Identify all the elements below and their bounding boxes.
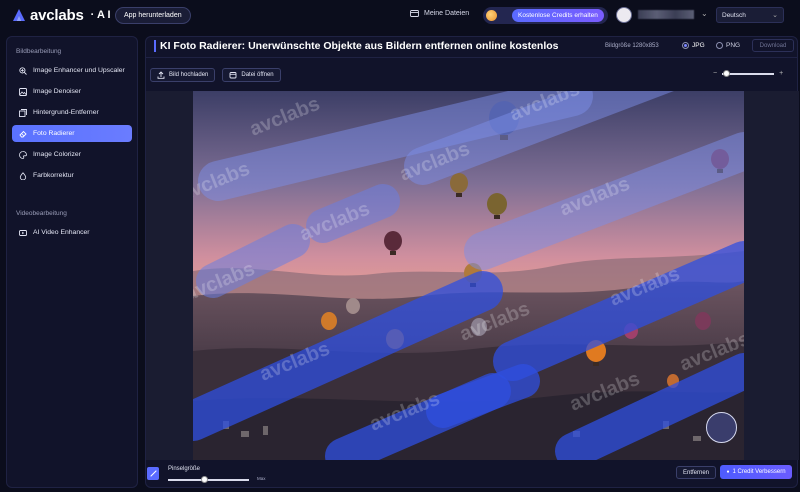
bottom-bar: Pinselgröße Max Entfernen ● 1 Credit Ver…	[146, 462, 797, 488]
sidebar-item-label: Image Denoiser	[33, 88, 81, 95]
sidebar-item-background-remover[interactable]: Hintergrund-Entferner	[12, 104, 132, 121]
brush-size-label: Pinselgröße	[168, 466, 201, 472]
canvas-area[interactable]: avclabs avclabs avclabs avclabs avclabs …	[146, 91, 799, 460]
brush-max-label: Max	[257, 476, 266, 481]
chevron-down-icon[interactable]: ⌄	[701, 9, 708, 18]
sidebar-item-color-correction[interactable]: Farbkorrektur	[12, 167, 132, 184]
format-png-radio[interactable]: PNG	[716, 42, 740, 49]
video-enhance-icon	[19, 229, 27, 237]
avatar[interactable]	[616, 7, 632, 23]
sidebar-section-video: Videobearbeitung	[16, 210, 67, 217]
edited-photo[interactable]: avclabs avclabs avclabs avclabs avclabs …	[193, 91, 744, 460]
improve-label: 1 Credit Verbessern	[732, 469, 786, 475]
file-icon	[229, 72, 237, 79]
eraser-icon	[19, 130, 27, 138]
toolbar: Bild hochladen Datei öffnen	[150, 68, 281, 83]
upload-image-button[interactable]: Bild hochladen	[150, 68, 216, 82]
language-select[interactable]: Deutsch ⌄	[716, 7, 784, 23]
format-jpg-label: JPG	[692, 42, 705, 49]
logo-icon	[13, 9, 25, 21]
radio-unselected-icon	[716, 42, 723, 49]
logo[interactable]: avclabs · A I	[12, 7, 111, 24]
download-button[interactable]: Download	[752, 39, 794, 52]
zoom-out-button[interactable]: −	[713, 70, 717, 77]
format-png-label: PNG	[726, 42, 741, 49]
sidebar-item-label: AI Video Enhancer	[33, 229, 90, 236]
sidebar-item-image-enhancer[interactable]: Image Enhancer und Upscaler	[12, 62, 132, 79]
my-files-label: Meine Dateien	[424, 9, 470, 17]
sidebar-item-label: Hintergrund-Entferner	[33, 109, 99, 116]
sidebar-item-label: Farbkorrektur	[33, 172, 74, 179]
photo-canvas: avclabs avclabs avclabs avclabs avclabs …	[193, 91, 744, 460]
credits-pill: Kostenlose Credits erhalten	[483, 7, 608, 24]
page-title: KI Foto Radierer: Unerwünschte Objekte a…	[154, 40, 559, 52]
main-panel: KI Foto Radierer: Unerwünschte Objekte a…	[145, 36, 799, 488]
free-credits-button[interactable]: Kostenlose Credits erhalten	[512, 9, 604, 22]
remove-button[interactable]: Entfernen	[676, 466, 716, 479]
user-name-redacted	[638, 10, 694, 19]
brush-size-slider[interactable]	[168, 479, 249, 481]
sidebar-item-image-colorizer[interactable]: Image Colorizer	[12, 146, 132, 163]
zoom-slider-handle[interactable]	[723, 69, 731, 77]
sidebar-item-image-denoiser[interactable]: Image Denoiser	[12, 83, 132, 100]
sidebar: Bildbearbeitung Image Enhancer und Upsca…	[6, 36, 138, 488]
divider	[146, 57, 797, 58]
zoom-slider[interactable]	[722, 69, 775, 77]
logo-suffix: · A I	[90, 9, 111, 21]
zoom-in-button[interactable]: +	[779, 70, 783, 77]
upload-icon	[157, 71, 165, 79]
logo-text: avclabs	[30, 6, 84, 24]
zoom-in-icon	[19, 66, 27, 75]
format-jpg-radio[interactable]: JPG	[682, 42, 705, 49]
radio-selected-icon	[682, 42, 689, 49]
layers-icon	[19, 108, 27, 117]
open-file-button[interactable]: Datei öffnen	[222, 68, 281, 82]
image-size: Bildgröße 1280x853	[605, 43, 659, 49]
brush-size-handle[interactable]	[201, 476, 208, 483]
image-icon	[19, 87, 27, 96]
sidebar-section-image: Bildbearbeitung	[16, 48, 62, 55]
open-file-label: Datei öffnen	[241, 72, 274, 78]
brush-icon[interactable]	[147, 467, 159, 480]
download-app-button[interactable]: App herunterladen	[115, 7, 191, 24]
folder-icon	[410, 10, 419, 17]
palette-icon	[19, 150, 27, 159]
coin-icon	[486, 10, 497, 21]
chevron-down-icon: ⌄	[772, 12, 778, 19]
sidebar-item-label: Image Enhancer und Upscaler	[33, 67, 125, 74]
sidebar-item-label: Image Colorizer	[33, 151, 81, 158]
sidebar-item-label: Foto Radierer	[33, 130, 75, 137]
sparkle-icon: ●	[726, 469, 730, 475]
zoom-control: − +	[713, 69, 783, 77]
sidebar-item-photo-eraser[interactable]: Foto Radierer	[12, 125, 132, 142]
brush-cursor	[706, 412, 737, 443]
app-root: avclabs · A I App herunterladen Meine Da…	[0, 0, 800, 492]
my-files-link[interactable]: Meine Dateien	[410, 9, 469, 17]
color-drop-icon	[19, 171, 27, 180]
improve-button[interactable]: ● 1 Credit Verbessern	[720, 465, 792, 479]
sidebar-item-video-enhancer[interactable]: AI Video Enhancer	[12, 224, 132, 241]
upload-image-label: Bild hochladen	[169, 72, 209, 78]
language-value: Deutsch	[722, 11, 746, 19]
